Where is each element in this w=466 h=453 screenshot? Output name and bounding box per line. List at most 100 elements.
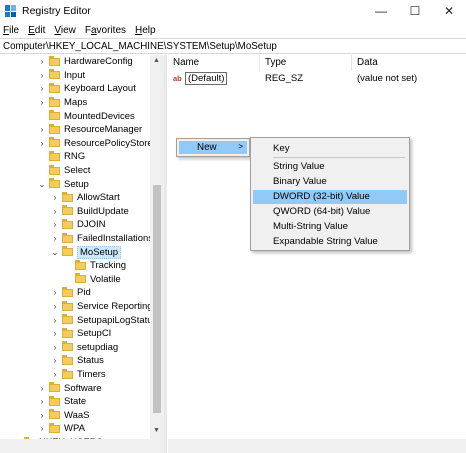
tree-vertical-scrollbar[interactable]: ▲ ▼: [150, 55, 164, 439]
tree-item-label: Timers: [77, 369, 106, 381]
tree-item[interactable]: › WaaS: [37, 409, 90, 423]
chevron-right-icon[interactable]: ›: [50, 302, 60, 311]
submenu-item[interactable]: DWORD (32-bit) Value: [253, 190, 407, 204]
tree-item-label: RNG: [64, 151, 86, 163]
minimize-button[interactable]: —: [364, 0, 398, 22]
tree-item-label: SetupapiLogStatus: [77, 314, 158, 326]
chevron-right-icon[interactable]: ›: [37, 71, 47, 80]
tree-scroll-thumb[interactable]: [153, 185, 161, 413]
submenu-item[interactable]: Multi-String Value: [253, 220, 407, 234]
tree-item[interactable]: MountedDevices: [37, 109, 135, 123]
tree-item[interactable]: › ResourceManager: [37, 123, 142, 137]
column-header-data[interactable]: Data: [352, 55, 466, 71]
tree-item[interactable]: › WPA: [37, 422, 85, 436]
tree-item[interactable]: › BuildUpdate: [50, 205, 129, 219]
chevron-right-icon[interactable]: ›: [37, 139, 47, 148]
tree-item[interactable]: › State: [37, 395, 86, 409]
scroll-up-arrow-icon[interactable]: ▲: [153, 57, 160, 64]
chevron-right-icon[interactable]: ›: [50, 207, 60, 216]
tree-item-label: FailedInstallations: [77, 233, 154, 245]
tree-item[interactable]: › Pid: [50, 286, 91, 300]
tree-item[interactable]: ⌄ MoSetup: [50, 245, 122, 259]
tree-item[interactable]: › setupdiag: [50, 341, 118, 355]
context-menu-new[interactable]: New >: [176, 138, 250, 157]
chevron-right-icon[interactable]: ›: [50, 234, 60, 243]
folder-icon: [49, 422, 60, 433]
value-row[interactable]: ab (Default) REG_SZ (value not set): [168, 71, 466, 86]
string-value-icon: ab: [173, 74, 182, 83]
chevron-down-icon[interactable]: ⌄: [50, 248, 60, 257]
chevron-right-icon[interactable]: ›: [37, 57, 47, 66]
menu-file[interactable]: File: [3, 25, 19, 36]
tree-item[interactable]: › Keyboard Layout: [37, 82, 136, 96]
tree-item[interactable]: › Input: [37, 69, 85, 83]
registry-editor-icon: [5, 5, 17, 17]
tree-item[interactable]: › SetupCI: [50, 327, 111, 341]
tree-item[interactable]: › FailedInstallations: [50, 232, 153, 246]
chevron-right-icon[interactable]: ›: [50, 356, 60, 365]
chevron-right-icon[interactable]: ›: [37, 411, 47, 420]
submenu-item[interactable]: Binary Value: [253, 175, 407, 189]
title-bar: Registry Editor — ☐ ✕: [0, 0, 466, 22]
tree-item[interactable]: › Software: [37, 381, 102, 395]
submenu-item[interactable]: Expandable String Value: [253, 235, 407, 249]
close-button[interactable]: ✕: [432, 0, 466, 22]
tree-item[interactable]: › Service Reporting A: [50, 300, 161, 314]
tree-item-label: ResourcePolicyStore: [64, 137, 153, 149]
folder-icon: [49, 382, 60, 393]
tree-item[interactable]: RNG: [37, 150, 85, 164]
tree-item-label: ResourceManager: [64, 124, 143, 136]
chevron-right-icon[interactable]: ›: [37, 384, 47, 393]
chevron-right-icon[interactable]: ›: [50, 370, 60, 379]
chevron-right-icon[interactable]: ›: [37, 397, 47, 406]
chevron-right-icon[interactable]: ›: [50, 343, 60, 352]
scroll-down-arrow-icon[interactable]: ▼: [153, 427, 160, 434]
tree-item[interactable]: ⌄ Setup: [37, 177, 89, 191]
chevron-right-icon[interactable]: ›: [50, 288, 60, 297]
maximize-button[interactable]: ☐: [398, 0, 432, 22]
tree-item[interactable]: Select: [37, 164, 90, 178]
menu-favorites[interactable]: Favorites: [85, 25, 126, 36]
tree-item[interactable]: › HardwareConfig: [37, 55, 133, 69]
tree-item[interactable]: › SetupapiLogStatus: [50, 313, 157, 327]
chevron-right-icon[interactable]: ›: [37, 125, 47, 134]
chevron-right-icon[interactable]: ›: [50, 193, 60, 202]
values-pane[interactable]: Name Type Data ab (Default) REG_SZ (valu…: [168, 55, 466, 453]
values-horizontal-scrollbar[interactable]: [168, 439, 466, 453]
tree-item[interactable]: › AllowStart: [50, 191, 120, 205]
tree-horizontal-scrollbar[interactable]: [0, 439, 164, 453]
tree-item[interactable]: › Timers: [50, 368, 106, 382]
submenu-item[interactable]: QWORD (64-bit) Value: [253, 205, 407, 219]
submenu-item[interactable]: String Value: [253, 160, 407, 174]
chevron-right-icon[interactable]: ›: [50, 329, 60, 338]
folder-icon: [62, 327, 73, 338]
chevron-right-icon[interactable]: ›: [37, 84, 47, 93]
menu-help[interactable]: Help: [135, 25, 156, 36]
folder-icon: [49, 178, 60, 189]
folder-icon: [49, 110, 60, 121]
address-bar[interactable]: Computer\HKEY_LOCAL_MACHINE\SYSTEM\Setup…: [0, 38, 466, 54]
tree-item[interactable]: › Maps: [37, 96, 87, 110]
value-name[interactable]: (Default): [185, 72, 228, 85]
submenu-item[interactable]: Key: [253, 142, 407, 156]
menu-view[interactable]: View: [54, 25, 76, 36]
chevron-right-icon[interactable]: ›: [37, 98, 47, 107]
chevron-right-icon[interactable]: ›: [50, 220, 60, 229]
chevron-right-icon[interactable]: ›: [37, 424, 47, 433]
tree-item[interactable]: › ResourcePolicyStore: [37, 137, 153, 151]
tree-item-label: MoSetup: [77, 245, 122, 259]
registry-tree[interactable]: › HardwareConfig › Input › Keyboard Layout › Ma…: [0, 55, 164, 439]
chevron-right-icon[interactable]: ›: [50, 316, 60, 325]
tree-item[interactable]: Tracking: [63, 259, 126, 273]
folder-icon: [49, 96, 60, 107]
column-header-name[interactable]: Name: [168, 55, 260, 71]
pane-splitter[interactable]: [164, 55, 167, 453]
tree-item[interactable]: › Status: [50, 354, 104, 368]
column-header-type[interactable]: Type: [260, 55, 352, 71]
menu-edit[interactable]: Edit: [28, 25, 45, 36]
tree-item-label: Volatile: [90, 273, 121, 285]
tree-item[interactable]: Volatile: [63, 273, 121, 287]
tree-item[interactable]: › DJOIN: [50, 218, 106, 232]
folder-icon: [62, 191, 73, 202]
chevron-down-icon[interactable]: ⌄: [37, 180, 47, 189]
